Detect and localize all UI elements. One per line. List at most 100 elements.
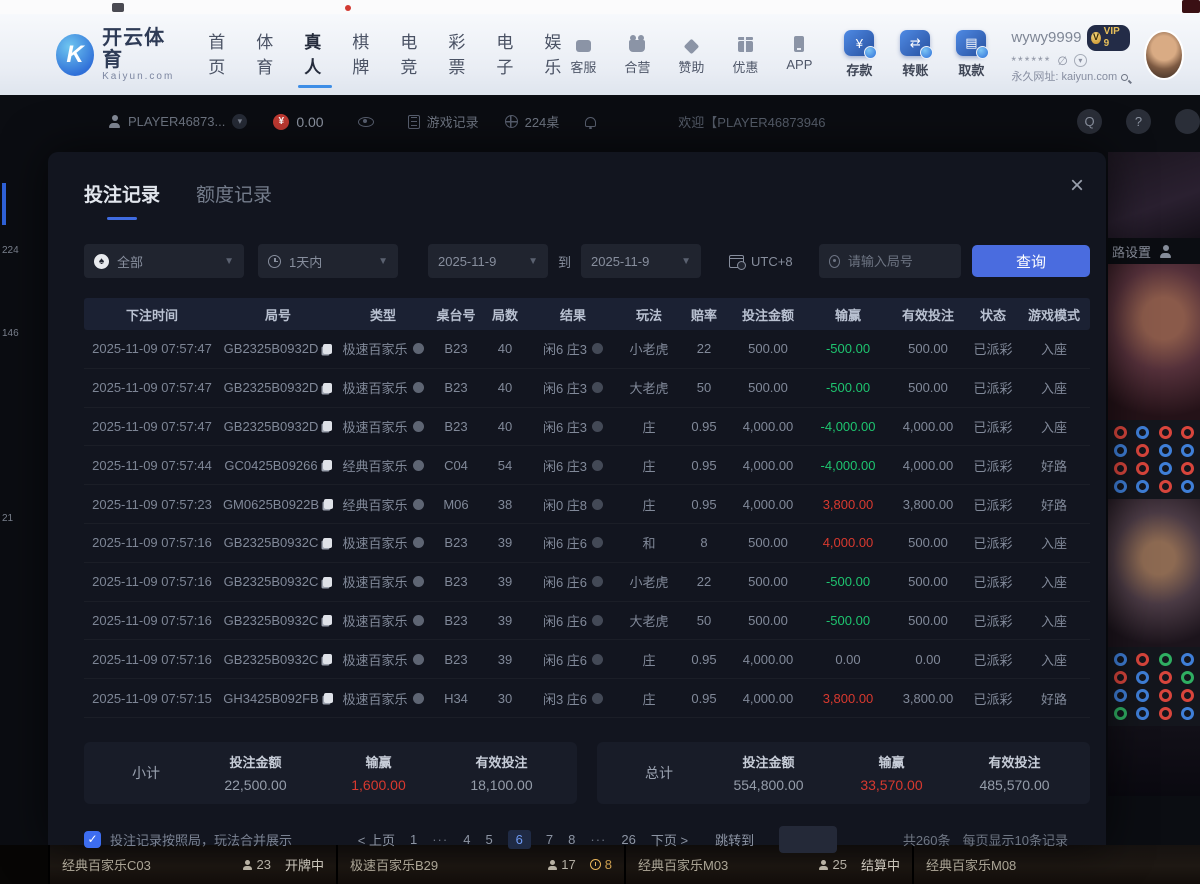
game-info-icon[interactable] — [413, 382, 424, 393]
table-status: 开牌中 — [285, 855, 324, 874]
game-info-icon[interactable] — [413, 693, 424, 704]
result-detail-icon[interactable] — [592, 615, 603, 626]
tab-quota-records[interactable]: 额度记录 — [196, 180, 272, 220]
player-count: 25 — [819, 857, 847, 872]
username[interactable]: wywy9999 — [1011, 29, 1081, 47]
result-detail-icon[interactable] — [592, 693, 603, 704]
cell-play-type: 和 — [618, 533, 680, 552]
nav-item-6[interactable]: 电子 — [496, 22, 517, 88]
right-sidebar-remnants: 路设置 — [1108, 152, 1200, 845]
round-search-box[interactable] — [819, 244, 961, 278]
copy-icon[interactable] — [323, 538, 332, 548]
result-detail-icon[interactable] — [592, 537, 603, 548]
date-to-picker[interactable]: 2025-11-9 ▼ — [581, 244, 701, 278]
help-button[interactable]: ? — [1126, 109, 1151, 134]
result-detail-icon[interactable] — [592, 421, 603, 432]
game-info-icon[interactable] — [413, 615, 424, 626]
copy-icon[interactable] — [323, 577, 332, 587]
game-info-icon[interactable] — [413, 576, 424, 587]
jump-page-input[interactable] — [779, 826, 837, 853]
copy-icon[interactable] — [323, 460, 332, 470]
refresh-chevron-icon[interactable]: ▾ — [1074, 54, 1087, 67]
page-button-1[interactable]: 1 — [410, 832, 417, 847]
avatar[interactable] — [1144, 30, 1184, 80]
quick-action-优惠[interactable]: 优惠 — [727, 34, 763, 76]
cell-status: 已派彩 — [968, 650, 1018, 669]
copy-icon[interactable] — [324, 693, 333, 703]
nav-item-5[interactable]: 彩票 — [448, 22, 469, 88]
query-button[interactable]: 查询 — [972, 245, 1090, 277]
cell-round-id: GB2325B0932C — [220, 652, 336, 667]
date-from-picker[interactable]: 2025-11-9 ▼ — [428, 244, 548, 278]
nav-item-0[interactable]: 首页 — [208, 22, 229, 88]
merge-checkbox[interactable]: ✓ — [84, 831, 101, 848]
next-page-button[interactable]: 下页 > — [651, 830, 688, 849]
result-detail-icon[interactable] — [592, 654, 603, 665]
nav-item-4[interactable]: 电竞 — [400, 22, 421, 88]
more-button[interactable] — [1175, 109, 1200, 134]
page-button-26[interactable]: 26 — [621, 832, 635, 847]
cell-play-type: 大老虎 — [618, 378, 680, 397]
result-detail-icon[interactable] — [592, 499, 603, 510]
chevron-down-icon: ▾ — [232, 114, 247, 129]
timezone-display[interactable]: UTC+8 — [729, 254, 793, 269]
site-logo[interactable]: K 开云体育 Kaiyun.com — [56, 27, 178, 82]
category-dropdown[interactable]: ♠ 全部 ▼ — [84, 244, 244, 278]
transfer-icon: ⇄ — [900, 30, 930, 56]
nav-item-2[interactable]: 真人 — [304, 22, 325, 88]
nav-item-7[interactable]: 娱乐 — [544, 22, 565, 88]
copy-icon[interactable] — [324, 499, 333, 509]
copy-icon[interactable] — [323, 383, 332, 393]
tables-count-button[interactable]: 224桌 — [505, 112, 560, 131]
round-search-input[interactable] — [848, 254, 951, 269]
result-detail-icon[interactable] — [592, 382, 603, 393]
balance-display[interactable]: ¥ 0.00 — [273, 114, 323, 130]
nav-item-3[interactable]: 棋牌 — [352, 22, 373, 88]
copy-icon[interactable] — [323, 654, 332, 664]
quick-action-客服[interactable]: 客服 — [565, 34, 601, 76]
result-detail-icon[interactable] — [592, 343, 603, 354]
tab-betting-records[interactable]: 投注记录 — [84, 180, 160, 220]
road-settings-label[interactable]: 路设置 — [1112, 242, 1151, 261]
quick-action-赞助[interactable]: 赞助 — [673, 34, 709, 76]
table-row: 2025-11-09 07:57:47GB2325B0932D极速百家乐B234… — [84, 330, 1090, 369]
quick-action-合营[interactable]: 合营 — [619, 34, 655, 76]
close-icon[interactable]: × — [1070, 174, 1084, 198]
wallet-action-转账[interactable]: ⇄转账 — [895, 30, 935, 79]
result-detail-icon[interactable] — [592, 576, 603, 587]
game-info-icon[interactable] — [413, 421, 424, 432]
cell-bet-amount: 4,000.00 — [728, 691, 808, 706]
bead-dot — [1181, 653, 1194, 666]
search-icon[interactable] — [1121, 74, 1128, 81]
bell-icon[interactable] — [585, 117, 596, 127]
game-info-icon[interactable] — [413, 460, 424, 471]
game-info-icon[interactable] — [413, 499, 424, 510]
nav-item-1[interactable]: 体育 — [256, 22, 277, 88]
game-record-button[interactable]: 游戏记录 — [408, 112, 479, 131]
page-button-8[interactable]: 8 — [568, 832, 575, 847]
brand-domain: Kaiyun.com — [102, 71, 178, 82]
result-detail-icon[interactable] — [592, 460, 603, 471]
copy-icon[interactable] — [323, 615, 332, 625]
page-button-7[interactable]: 7 — [546, 832, 553, 847]
table-name: 经典百家乐M08 — [926, 855, 1016, 874]
cell-game-mode: 入座 — [1018, 378, 1090, 397]
copy-icon[interactable] — [323, 421, 332, 431]
page-button-6[interactable]: 6 — [508, 830, 531, 849]
wallet-action-存款[interactable]: ¥存款 — [839, 30, 879, 79]
game-info-icon[interactable] — [413, 654, 424, 665]
time-range-dropdown[interactable]: 1天内 ▼ — [258, 244, 398, 278]
eye-icon[interactable] — [358, 117, 374, 127]
copy-icon[interactable] — [323, 344, 332, 354]
game-info-icon[interactable] — [413, 343, 424, 354]
game-info-icon[interactable] — [413, 537, 424, 548]
prev-page-button[interactable]: < 上页 — [358, 830, 395, 849]
bead-dot — [1181, 707, 1194, 720]
search-round-button[interactable]: Q — [1077, 109, 1102, 134]
eye-off-icon[interactable]: ∅ — [1057, 54, 1067, 68]
page-button-4[interactable]: 4 — [463, 832, 470, 847]
page-button-5[interactable]: 5 — [485, 832, 492, 847]
player-selector[interactable]: PLAYER46873... ▾ — [108, 114, 247, 129]
quick-action-APP[interactable]: APP — [781, 34, 817, 76]
wallet-action-取款[interactable]: ▤取款 — [951, 30, 991, 79]
